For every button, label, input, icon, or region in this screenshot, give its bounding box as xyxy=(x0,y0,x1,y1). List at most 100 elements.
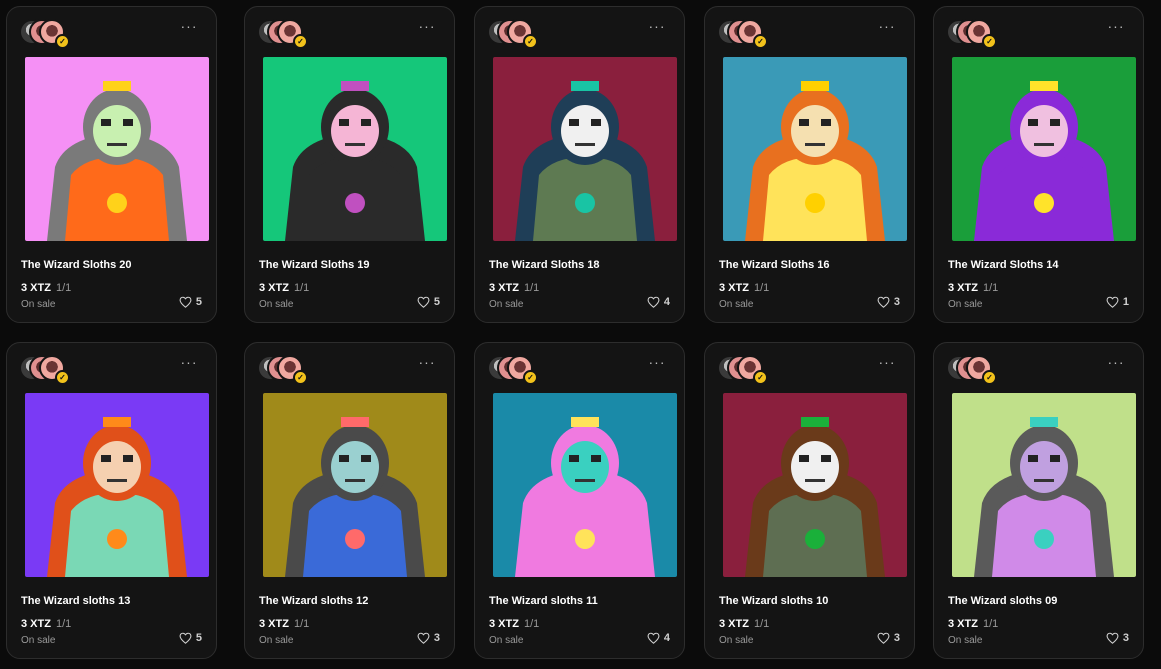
nft-title[interactable]: The Wizard Sloths 16 xyxy=(719,259,830,271)
owner-avatars[interactable]: ✓ xyxy=(717,19,769,49)
nft-price: 3 XTZ 1/1 xyxy=(719,282,769,294)
owner-avatars[interactable]: ✓ xyxy=(487,355,539,385)
overalls-sloth xyxy=(263,393,447,577)
verified-check-icon: ✓ xyxy=(523,34,538,49)
like-button[interactable]: 4 xyxy=(647,632,670,644)
verified-check-icon: ✓ xyxy=(293,34,308,49)
edition-count: 1/1 xyxy=(523,282,540,294)
nft-card[interactable]: ✓ ··· The Wizard Sloths 19 3 XTZ 1/1 On s… xyxy=(244,6,455,323)
more-options-button[interactable]: ··· xyxy=(876,355,898,371)
heart-icon xyxy=(179,632,192,644)
nft-title[interactable]: The Wizard sloths 10 xyxy=(719,595,828,607)
heart-icon xyxy=(647,632,660,644)
more-options-button[interactable]: ··· xyxy=(416,355,438,371)
heart-icon xyxy=(1106,632,1119,644)
like-count: 3 xyxy=(433,632,440,644)
nft-card[interactable]: ✓ ··· The Wizard Sloths 14 3 XTZ 1/1 On s… xyxy=(933,6,1144,323)
more-options-button[interactable]: ··· xyxy=(646,355,668,371)
like-button[interactable]: 5 xyxy=(417,296,440,308)
like-count: 3 xyxy=(1122,632,1129,644)
nft-card[interactable]: ✓ ··· The Wizard Sloths 16 3 XTZ 1/1 On s… xyxy=(704,6,915,323)
nft-card[interactable]: ✓ ··· The Wizard sloths 11 3 XTZ 1/1 On s… xyxy=(474,342,685,659)
like-button[interactable]: 3 xyxy=(1106,632,1129,644)
like-button[interactable]: 5 xyxy=(179,296,202,308)
sale-status: On sale xyxy=(21,299,56,310)
heart-icon xyxy=(179,296,192,308)
like-count: 1 xyxy=(1122,296,1129,308)
like-button[interactable]: 3 xyxy=(877,296,900,308)
nft-title[interactable]: The Wizard Sloths 18 xyxy=(489,259,600,271)
nft-card[interactable]: ✓ ··· The Wizard sloths 12 3 XTZ 1/1 On s… xyxy=(244,342,455,659)
like-button[interactable]: 3 xyxy=(877,632,900,644)
nft-artwork[interactable] xyxy=(493,393,677,577)
owner-avatars[interactable]: ✓ xyxy=(946,355,998,385)
nft-card[interactable]: ✓ ··· The Wizard sloths 13 3 XTZ 1/1 On s… xyxy=(6,342,217,659)
edition-count: 1/1 xyxy=(753,282,770,294)
nft-artwork[interactable] xyxy=(25,393,209,577)
more-options-button[interactable]: ··· xyxy=(646,19,668,35)
nft-card[interactable]: ✓ ··· The Wizard sloths 09 3 XTZ 1/1 On s… xyxy=(933,342,1144,659)
like-count: 5 xyxy=(195,632,202,644)
sale-status: On sale xyxy=(489,299,524,310)
nft-title[interactable]: The Wizard sloths 09 xyxy=(948,595,1057,607)
nft-title[interactable]: The Wizard Sloths 14 xyxy=(948,259,1059,271)
like-count: 5 xyxy=(433,296,440,308)
nft-grid: ✓ ··· The Wizard Sloths 20 3 XTZ 1/1 On s… xyxy=(6,6,1161,669)
sale-status: On sale xyxy=(719,635,754,646)
like-count: 5 xyxy=(195,296,202,308)
heart-icon xyxy=(877,632,890,644)
nft-card[interactable]: ✓ ··· The Wizard Sloths 18 3 XTZ 1/1 On s… xyxy=(474,6,685,323)
nft-title[interactable]: The Wizard Sloths 20 xyxy=(21,259,132,271)
nft-artwork[interactable] xyxy=(952,393,1136,577)
like-button[interactable]: 1 xyxy=(1106,296,1129,308)
more-options-button[interactable]: ··· xyxy=(1105,19,1127,35)
nft-card[interactable]: ✓ ··· The Wizard sloths 10 3 XTZ 1/1 On s… xyxy=(704,342,915,659)
like-button[interactable]: 4 xyxy=(647,296,670,308)
owner-avatars[interactable]: ✓ xyxy=(19,355,71,385)
nft-price: 3 XTZ 1/1 xyxy=(21,282,71,294)
nft-artwork[interactable] xyxy=(25,57,209,241)
owner-avatars[interactable]: ✓ xyxy=(19,19,71,49)
price-amount: 3 XTZ xyxy=(719,282,749,294)
nft-title[interactable]: The Wizard sloths 12 xyxy=(259,595,368,607)
nft-artwork[interactable] xyxy=(723,57,907,241)
owner-avatars[interactable]: ✓ xyxy=(257,355,309,385)
nft-artwork[interactable] xyxy=(263,57,447,241)
nft-artwork[interactable] xyxy=(263,393,447,577)
owner-avatars[interactable]: ✓ xyxy=(487,19,539,49)
nft-artwork[interactable] xyxy=(493,57,677,241)
owner-avatars[interactable]: ✓ xyxy=(257,19,309,49)
verified-check-icon: ✓ xyxy=(55,34,70,49)
sale-status: On sale xyxy=(489,635,524,646)
king-sloth xyxy=(723,57,907,241)
nft-title[interactable]: The Wizard Sloths 19 xyxy=(259,259,370,271)
owner-avatars[interactable]: ✓ xyxy=(946,19,998,49)
verified-check-icon: ✓ xyxy=(753,370,768,385)
nft-card[interactable]: ✓ ··· The Wizard Sloths 20 3 XTZ 1/1 On s… xyxy=(6,6,217,323)
like-count: 3 xyxy=(893,632,900,644)
heart-icon xyxy=(417,632,430,644)
sale-status: On sale xyxy=(259,299,294,310)
more-options-button[interactable]: ··· xyxy=(178,19,200,35)
edition-count: 1/1 xyxy=(753,618,770,630)
nft-artwork[interactable] xyxy=(723,393,907,577)
more-options-button[interactable]: ··· xyxy=(876,19,898,35)
sale-status: On sale xyxy=(259,635,294,646)
more-options-button[interactable]: ··· xyxy=(416,19,438,35)
pink-hood-sloth xyxy=(493,393,677,577)
price-amount: 3 XTZ xyxy=(489,618,519,630)
like-count: 4 xyxy=(663,632,670,644)
owner-avatars[interactable]: ✓ xyxy=(717,355,769,385)
like-button[interactable]: 3 xyxy=(417,632,440,644)
nft-title[interactable]: The Wizard sloths 11 xyxy=(489,595,598,607)
like-button[interactable]: 5 xyxy=(179,632,202,644)
more-options-button[interactable]: ··· xyxy=(1105,355,1127,371)
verified-check-icon: ✓ xyxy=(982,370,997,385)
verified-check-icon: ✓ xyxy=(55,370,70,385)
edition-count: 1/1 xyxy=(982,618,999,630)
like-count: 4 xyxy=(663,296,670,308)
nft-artwork[interactable] xyxy=(952,57,1136,241)
rasta-hat-sloth xyxy=(723,393,907,577)
more-options-button[interactable]: ··· xyxy=(178,355,200,371)
nft-title[interactable]: The Wizard sloths 13 xyxy=(21,595,130,607)
